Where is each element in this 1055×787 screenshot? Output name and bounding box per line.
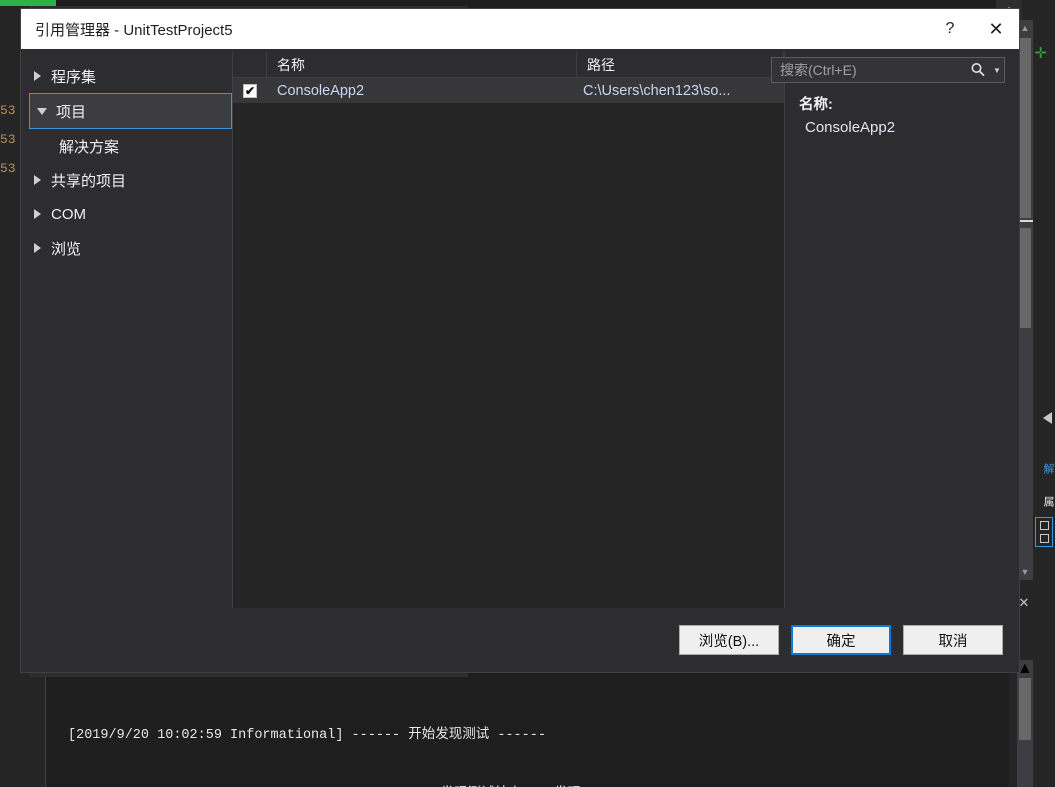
chevron-down-icon bbox=[34, 103, 50, 119]
scrollbar-thumb[interactable] bbox=[1019, 38, 1031, 218]
output-line: [2019/9/20 10:02:59 Informational] -----… bbox=[68, 728, 546, 743]
side-tab-solution-explorer[interactable]: 解 bbox=[1041, 455, 1055, 481]
cell-path: C:\Users\chen123\so... bbox=[583, 82, 731, 99]
search-icon[interactable] bbox=[966, 62, 990, 78]
tree-item-shared-projects[interactable]: 共享的项目 bbox=[21, 163, 232, 197]
tree-item-label: 解决方案 bbox=[59, 138, 120, 156]
chevron-right-icon bbox=[29, 172, 45, 188]
search-input[interactable] bbox=[772, 62, 966, 78]
help-button[interactable]: ? bbox=[927, 9, 973, 49]
tree-item-assemblies[interactable]: 程序集 bbox=[21, 59, 232, 93]
list-header: 名称 路径 bbox=[233, 52, 784, 78]
list-rows: ✔ ConsoleApp2 C:\Users\chen123\so... bbox=[233, 78, 784, 608]
cell-name: ConsoleApp2 bbox=[277, 82, 365, 99]
screen: 53 m 53 m 53 m 3) 1 using System; [2019/… bbox=[0, 0, 1055, 787]
dialog-title-bar: 引用管理器 - UnitTestProject5 ? ✕ bbox=[21, 9, 1019, 49]
toolbox-icon[interactable] bbox=[1035, 517, 1053, 547]
browse-button[interactable]: 浏览(B)... bbox=[679, 625, 779, 655]
scrollbar-thumb-lower[interactable] bbox=[1019, 228, 1031, 328]
tree-item-com[interactable]: COM bbox=[21, 197, 232, 231]
output-scrollbar-thumb[interactable] bbox=[1019, 678, 1031, 740]
checkbox-checked-icon[interactable]: ✔ bbox=[243, 83, 257, 98]
tree-item-label: 程序集 bbox=[51, 68, 97, 86]
tree-item-projects[interactable]: 项目 bbox=[29, 93, 232, 129]
chevron-right-icon bbox=[29, 68, 45, 84]
row-checkbox[interactable]: ✔ bbox=[233, 83, 267, 98]
cancel-button[interactable]: 取消 bbox=[903, 625, 1003, 655]
output-scrollbar[interactable]: ▲ ▼ bbox=[1017, 660, 1033, 787]
search-box[interactable]: ▼ bbox=[771, 57, 1005, 83]
detail-name-value: ConsoleApp2 bbox=[805, 119, 896, 136]
chevron-right-icon bbox=[29, 240, 45, 256]
tree-item-label: COM bbox=[51, 205, 86, 223]
dialog-footer: 浏览(B)... 确定 取消 bbox=[21, 608, 1019, 672]
dialog-body: 程序集 项目 解决方案 共享的项目 COM 浏览 名称 路径 ✔ Console… bbox=[21, 49, 1019, 608]
chevron-right-icon bbox=[29, 206, 45, 222]
output-log: [2019/9/20 10:02:59 Informational] -----… bbox=[68, 687, 1019, 787]
detail-name-label: 名称: bbox=[799, 97, 833, 113]
chevron-down-icon[interactable]: ▼ bbox=[990, 66, 1004, 75]
toolbox-square-icon bbox=[1039, 521, 1049, 530]
collapse-rail-icon[interactable] bbox=[1043, 412, 1052, 424]
category-tree: 程序集 项目 解决方案 共享的项目 COM 浏览 bbox=[21, 49, 232, 608]
column-header-path[interactable]: 路径 bbox=[577, 52, 784, 77]
output-gutter bbox=[0, 677, 45, 787]
close-button[interactable]: ✕ bbox=[973, 9, 1019, 49]
tree-item-label: 浏览 bbox=[51, 240, 82, 258]
detail-panel: 名称: ConsoleApp2 bbox=[785, 49, 1019, 608]
tree-item-label: 共享的项目 bbox=[51, 172, 127, 190]
output-window: [2019/9/20 10:02:59 Informational] -----… bbox=[45, 677, 1019, 787]
table-row[interactable]: ✔ ConsoleApp2 C:\Users\chen123\so... bbox=[233, 78, 784, 103]
ok-button[interactable]: 确定 bbox=[791, 625, 891, 655]
toolbox-square-icon bbox=[1039, 534, 1049, 543]
side-tab-properties[interactable]: 属 bbox=[1041, 488, 1055, 514]
column-header-checkbox[interactable] bbox=[233, 52, 267, 77]
dialog-title: 引用管理器 - UnitTestProject5 bbox=[35, 21, 233, 39]
tree-item-solution[interactable]: 解决方案 bbox=[21, 129, 232, 163]
tree-item-label: 项目 bbox=[56, 103, 87, 121]
column-header-name[interactable]: 名称 bbox=[267, 52, 577, 77]
reference-manager-dialog: 引用管理器 - UnitTestProject5 ? ✕ 程序集 项目 解决方案 bbox=[20, 8, 1020, 673]
title-bar-buttons: ? ✕ bbox=[927, 9, 1019, 49]
tree-item-browse[interactable]: 浏览 bbox=[21, 231, 232, 265]
add-icon[interactable]: ✛ bbox=[1034, 44, 1047, 62]
reference-list: 名称 路径 ✔ ConsoleApp2 C:\Users\chen123\so.… bbox=[232, 52, 785, 608]
